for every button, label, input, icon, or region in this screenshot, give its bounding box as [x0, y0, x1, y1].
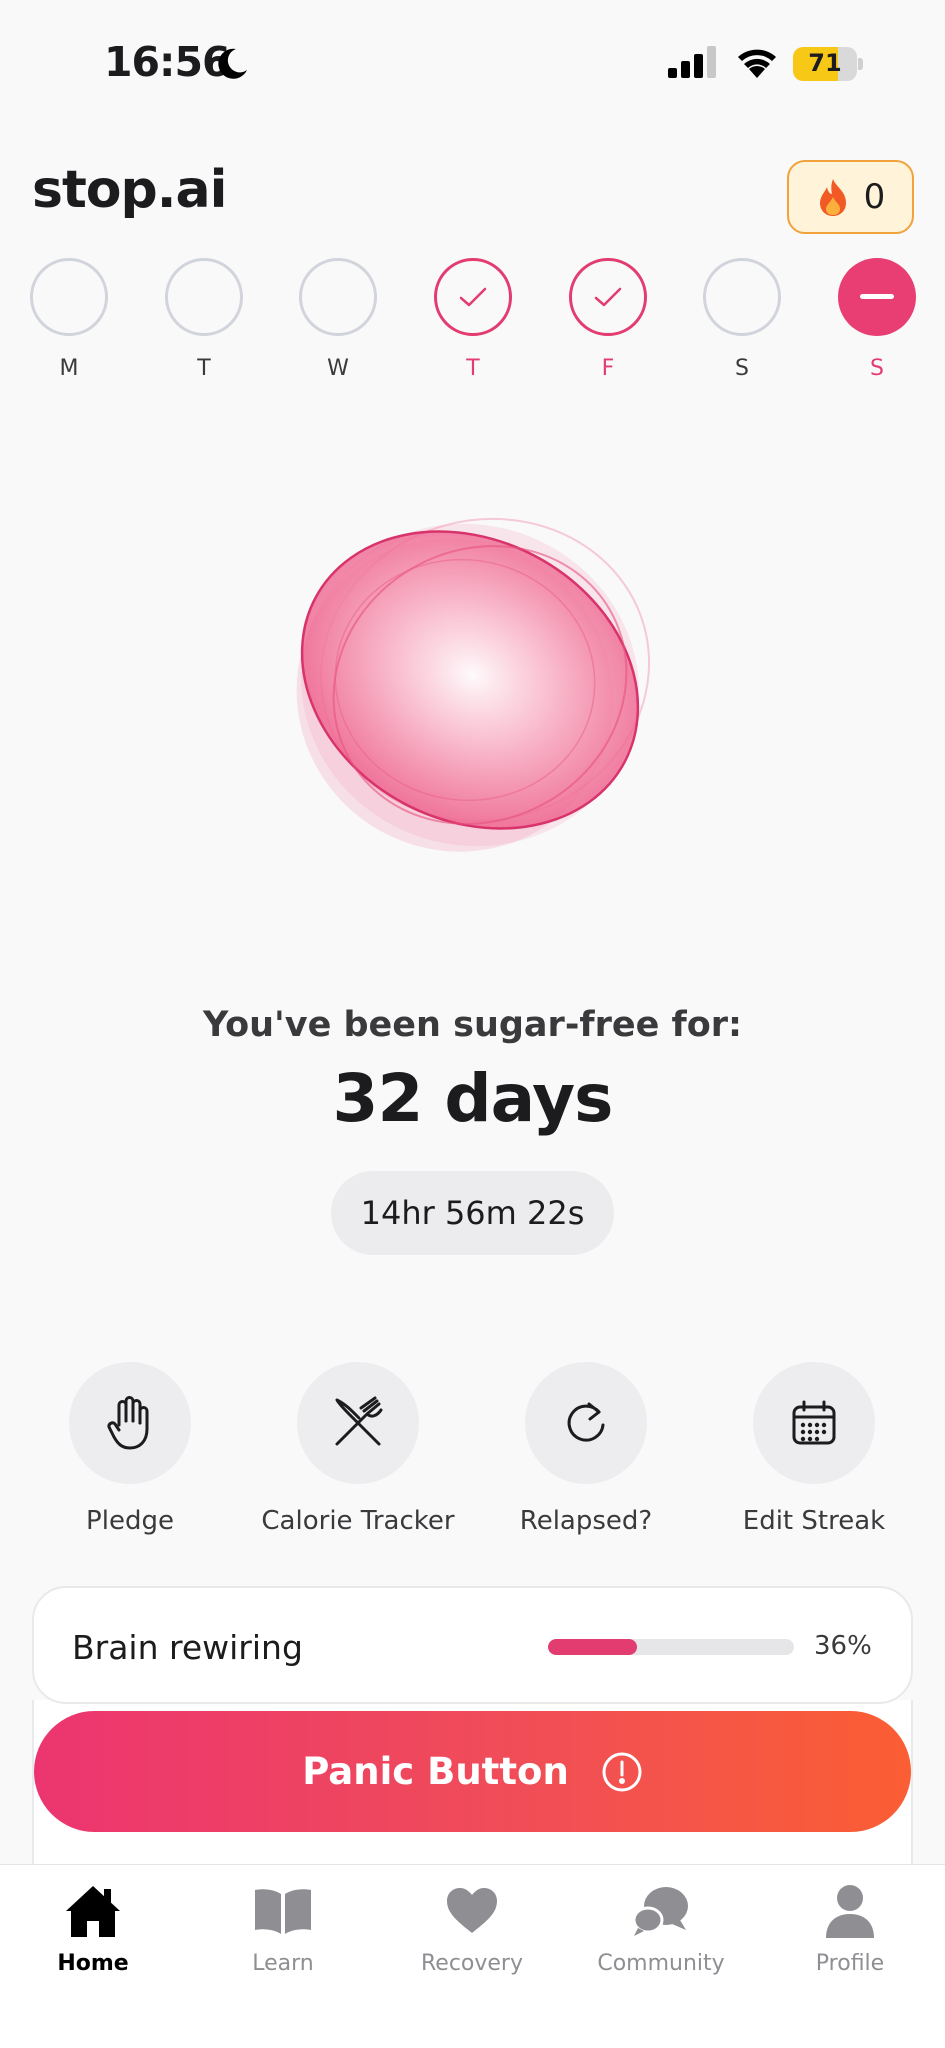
- moon-icon: [218, 48, 247, 79]
- alert-circle-icon: [602, 1752, 642, 1791]
- tab-recovery-label: Recovery: [420, 1951, 523, 1976]
- day-4[interactable]: F: [569, 258, 647, 381]
- tab-home-label: Home: [57, 1951, 129, 1976]
- tab-bar: Home Learn Recovery Community Profile: [0, 1864, 945, 2048]
- home-icon: [66, 1886, 120, 1937]
- heart-icon: [447, 1888, 497, 1933]
- progress-orb: [296, 517, 651, 852]
- elapsed-timer: 14hr 56m 22s: [331, 1171, 614, 1255]
- day-0[interactable]: M: [30, 258, 108, 381]
- day-check-circle: [569, 258, 647, 336]
- day-3[interactable]: T: [434, 258, 512, 381]
- counter-label: You've been sugar-free for:: [202, 1005, 743, 1045]
- day-letter: S: [870, 356, 884, 381]
- day-check-circle: [434, 258, 512, 336]
- days-count: 32 days: [332, 1060, 614, 1137]
- day-empty-circle: [703, 258, 781, 336]
- day-empty-circle: [165, 258, 243, 336]
- edit-streak-button[interactable]: Edit Streak: [714, 1362, 914, 1542]
- hand-icon: [107, 1396, 149, 1450]
- brain-rewiring-percent: 36%: [814, 1631, 872, 1661]
- pledge-button[interactable]: Pledge: [30, 1362, 230, 1542]
- tab-home[interactable]: Home: [3, 1881, 183, 1991]
- fire-icon: [819, 179, 846, 216]
- day-letter: M: [59, 356, 79, 381]
- brain-rewiring-title: Brain rewiring: [72, 1628, 303, 1667]
- tab-learn-label: Learn: [252, 1951, 314, 1976]
- brain-rewiring-card[interactable]: Brain rewiring 36%: [32, 1586, 913, 1704]
- day-letter: W: [327, 356, 349, 381]
- day-today-circle: [838, 258, 916, 336]
- signal-icon: [668, 46, 716, 78]
- battery-level: 71: [808, 49, 842, 77]
- tab-profile-label: Profile: [815, 1951, 885, 1976]
- tab-community[interactable]: Community: [571, 1881, 751, 1991]
- minus-icon: [860, 294, 894, 299]
- day-5[interactable]: S: [703, 258, 781, 381]
- brain-rewiring-progress: [548, 1639, 794, 1655]
- day-empty-circle: [299, 258, 377, 336]
- day-letter: T: [197, 356, 211, 381]
- status-bar: 16:56 71: [0, 0, 945, 120]
- calendar-icon: [792, 1400, 836, 1445]
- check-icon: [459, 287, 487, 307]
- refresh-icon: [567, 1402, 605, 1442]
- day-1[interactable]: T: [165, 258, 243, 381]
- calorie-tracker-label: Calorie Tracker: [261, 1506, 455, 1536]
- day-letter: T: [466, 356, 480, 381]
- week-tracker: MTWTFSS: [30, 258, 916, 381]
- relapsed-label: Relapsed?: [519, 1506, 653, 1536]
- day-letter: F: [601, 356, 615, 381]
- app-title: stop.ai: [32, 160, 227, 220]
- edit-streak-label: Edit Streak: [742, 1506, 886, 1536]
- calorie-tracker-button[interactable]: Calorie Tracker: [258, 1362, 458, 1542]
- panic-button-label: Panic Button: [302, 1750, 569, 1793]
- streak-count: 0: [863, 177, 886, 217]
- tab-community-label: Community: [597, 1951, 725, 1976]
- tab-learn[interactable]: Learn: [193, 1881, 373, 1991]
- day-empty-circle: [30, 258, 108, 336]
- streak-badge[interactable]: 0: [787, 160, 914, 234]
- pledge-label: Pledge: [86, 1506, 174, 1536]
- day-2[interactable]: W: [299, 258, 377, 381]
- tab-recovery[interactable]: Recovery: [382, 1881, 562, 1991]
- day-letter: S: [735, 356, 749, 381]
- progress-fill: [548, 1639, 637, 1655]
- status-time: 16:56: [104, 38, 231, 86]
- panic-button[interactable]: Panic Button: [34, 1711, 911, 1832]
- person-icon: [826, 1885, 874, 1938]
- chat-bubbles-icon: [632, 1887, 688, 1936]
- relapsed-button[interactable]: Relapsed?: [486, 1362, 686, 1542]
- fork-knife-icon: [335, 1396, 383, 1446]
- check-icon: [594, 287, 622, 307]
- day-6[interactable]: S: [838, 258, 916, 381]
- book-icon: [255, 1889, 311, 1934]
- wifi-icon: [738, 49, 776, 78]
- tab-profile[interactable]: Profile: [760, 1881, 940, 1991]
- battery-icon: 71: [793, 47, 863, 81]
